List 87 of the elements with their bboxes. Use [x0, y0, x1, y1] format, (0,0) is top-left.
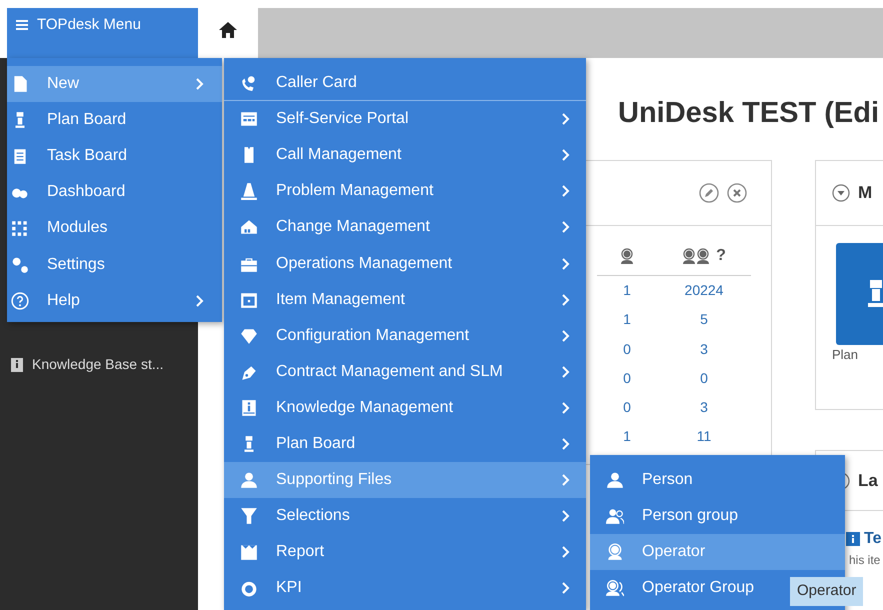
menu-item[interactable]: Person	[590, 462, 845, 498]
menu-item[interactable]: Settings	[7, 246, 222, 283]
count-link[interactable]: 1	[623, 282, 631, 298]
edit-icon	[699, 183, 719, 203]
menu-item[interactable]: Contract Management and SLM	[224, 354, 586, 390]
menu-item[interactable]: Operator	[590, 534, 845, 570]
chevron-icon	[560, 546, 570, 558]
dropdown-icon	[832, 184, 850, 202]
menu-item[interactable]: Help	[7, 282, 222, 319]
target-icon	[240, 579, 258, 598]
menu-item[interactable]: Item Management	[224, 282, 586, 318]
window-icon	[240, 110, 258, 128]
people-icon	[606, 507, 624, 526]
menu-item[interactable]: Dashboard	[7, 174, 222, 210]
menu-icon	[15, 18, 29, 32]
column-header: ?	[716, 246, 726, 266]
person-icon	[606, 471, 624, 490]
menu-button[interactable]: TOPdesk Menu	[7, 8, 198, 58]
chevron-icon	[560, 402, 570, 414]
chevron-icon	[560, 438, 570, 450]
chevron-icon	[560, 582, 570, 594]
menu-item[interactable]: Modules	[7, 210, 222, 246]
operator-icon	[619, 248, 635, 264]
headset-people-icon	[606, 579, 624, 598]
count-link[interactable]: 1	[623, 428, 631, 444]
book-info-icon	[10, 356, 24, 372]
menu-item[interactable]: New	[7, 66, 222, 102]
help-icon	[11, 292, 29, 310]
chevron-icon	[560, 258, 570, 270]
home-icon	[219, 20, 237, 38]
chevron-icon	[560, 221, 570, 234]
person-icon	[240, 471, 258, 490]
chevron-icon	[194, 78, 204, 90]
menu-item[interactable]: Operations Management	[224, 245, 586, 282]
dots-grid-icon	[11, 219, 29, 238]
menu-item[interactable]: Task Board	[7, 138, 222, 174]
menu-item[interactable]: Self-Service Portal	[224, 101, 586, 138]
menu-item[interactable]: Configuration Management	[224, 318, 586, 354]
tooltip: Operator	[790, 577, 864, 606]
menu-item[interactable]: Plan Board	[224, 426, 586, 462]
card-title: La	[858, 470, 878, 492]
chevron-icon	[560, 113, 570, 126]
count-link[interactable]: 0	[623, 399, 631, 416]
count-link[interactable]: 0	[700, 370, 708, 386]
count-link[interactable]: 3	[700, 340, 708, 357]
cabinet-icon	[240, 290, 258, 309]
sidebar-item[interactable]: Knowledge Base st...	[0, 350, 198, 379]
chevron-icon	[560, 149, 570, 162]
chevron-icon	[560, 185, 570, 198]
count-link[interactable]: 20224	[684, 282, 724, 298]
funnel-icon	[240, 507, 258, 526]
menu-item[interactable]: KPI	[224, 570, 586, 606]
page-title: UniDesk TEST (Edi	[618, 96, 880, 131]
book-info-icon	[240, 398, 258, 417]
chevron-icon	[560, 510, 570, 522]
count-link[interactable]: 0	[623, 370, 631, 386]
count-link[interactable]: 5	[700, 311, 708, 328]
menu-item[interactable]: Person group	[590, 498, 845, 534]
menu-item[interactable]: Caller Card	[224, 65, 586, 102]
count-link[interactable]: 3	[700, 399, 708, 416]
chevron-icon	[194, 294, 204, 307]
menu-item[interactable]: Call Management	[224, 137, 586, 174]
count-link[interactable]: 0	[623, 340, 631, 357]
card-title: M	[858, 182, 872, 204]
menu-item[interactable]: Report	[224, 534, 586, 570]
info-icon	[846, 532, 860, 546]
menu-item[interactable]: Plan Board	[7, 102, 222, 138]
item-title[interactable]: Te	[864, 527, 882, 551]
cone-icon	[240, 182, 258, 200]
menu-item[interactable]: Knowledge Management	[224, 390, 586, 426]
house-icon	[240, 218, 258, 236]
chevron-icon	[560, 366, 570, 378]
report-icon	[240, 543, 258, 562]
tile-label: Plan	[831, 346, 860, 364]
diamond-icon	[240, 326, 258, 345]
chevron-icon	[560, 330, 570, 342]
close-icon	[727, 183, 747, 203]
menu-item[interactable]: Problem Management	[224, 173, 586, 210]
menu-item[interactable]: Selections	[224, 498, 586, 534]
chevron-icon	[560, 294, 570, 306]
chevron-icon	[560, 474, 570, 486]
menu-item[interactable]: Change Management	[224, 209, 586, 246]
count-link[interactable]: 11	[696, 428, 712, 444]
item-text: his ite	[848, 552, 882, 569]
menu-item[interactable]: Supporting Files	[224, 462, 586, 498]
headset-person-icon	[606, 543, 624, 562]
count-link[interactable]: 1	[623, 311, 631, 328]
